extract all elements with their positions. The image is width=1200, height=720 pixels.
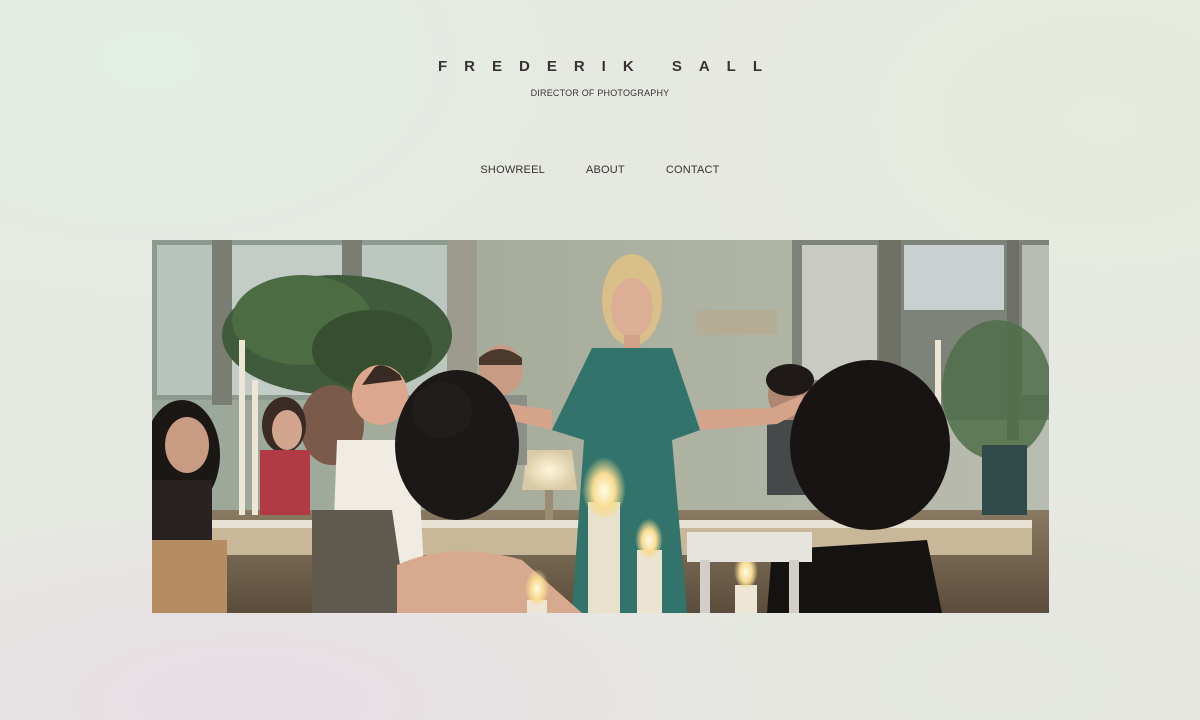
site-subtitle: DIRECTOR OF PHOTOGRAPHY [530,88,670,98]
site-title[interactable]: FREDERIK SALL [0,58,1200,75]
hero-illustration [152,240,1049,613]
main-nav: SHOWREEL ABOUT CONTACT [0,164,1200,176]
nav-item-contact[interactable]: CONTACT [666,164,720,176]
hero-image [152,240,1049,613]
nav-item-about[interactable]: ABOUT [586,164,625,176]
nav-item-showreel[interactable]: SHOWREEL [480,164,545,176]
